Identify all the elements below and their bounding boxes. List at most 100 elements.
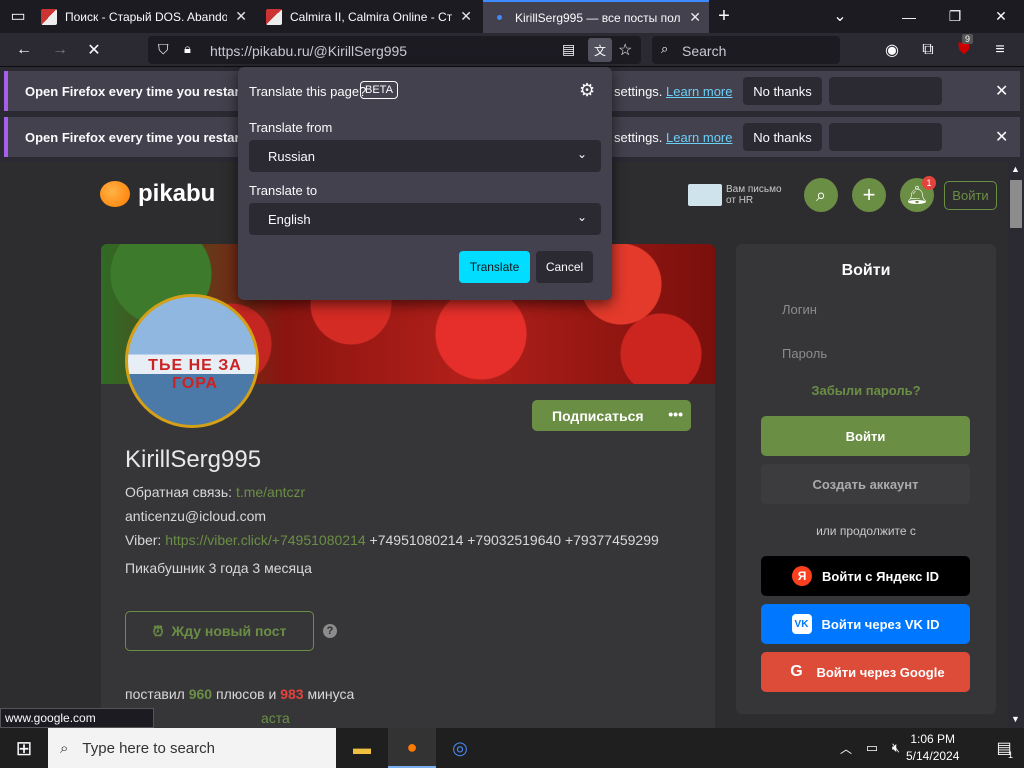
login-input[interactable]: Логин bbox=[782, 302, 817, 317]
account-icon[interactable]: ◉ bbox=[878, 36, 906, 64]
close-window-icon[interactable]: ✕ bbox=[978, 0, 1024, 33]
wait-new-post-button[interactable]: ⏰︎ Жду новый пост bbox=[125, 611, 314, 651]
clock[interactable]: 1:06 PM 5/14/2024 bbox=[906, 731, 959, 765]
page-scrollbar[interactable]: ▲ ▼ bbox=[1008, 162, 1024, 728]
tab-overview-icon[interactable]: ▭ bbox=[4, 2, 32, 30]
bar-action-button[interactable] bbox=[829, 77, 942, 105]
bar-message-tail: settings. bbox=[614, 83, 663, 99]
password-input[interactable]: Пароль bbox=[782, 346, 827, 361]
search-icon[interactable]: ⌕ bbox=[804, 178, 838, 212]
no-thanks-button[interactable]: No thanks bbox=[743, 77, 822, 105]
volume-muted-icon[interactable]: 🔇︎ bbox=[884, 728, 908, 768]
forward-icon[interactable]: → bbox=[46, 36, 74, 64]
cancel-button[interactable]: Cancel bbox=[536, 251, 593, 283]
new-tab-icon[interactable]: + bbox=[710, 2, 738, 30]
url-bar[interactable]: ⛉ 🔒︎ https://pikabu.ru/@KirillSerg995 ▤ … bbox=[148, 36, 641, 64]
feedback-link[interactable]: t.me/antczr bbox=[236, 484, 305, 500]
close-tab-icon[interactable]: ✕ bbox=[689, 9, 701, 26]
yandex-login-button[interactable]: Я Войти с Яндекс ID bbox=[761, 556, 970, 596]
reader-view-icon[interactable]: ▤ bbox=[562, 41, 575, 58]
viber-line: Viber: https://viber.click/+74951080214 … bbox=[125, 532, 659, 548]
restore-icon[interactable]: ❐ bbox=[932, 0, 978, 33]
bookmark-star-icon[interactable]: ☆ bbox=[618, 40, 632, 60]
yandex-icon: Я bbox=[792, 566, 812, 586]
no-thanks-button[interactable]: No thanks bbox=[743, 123, 822, 151]
beta-badge: BETA bbox=[360, 81, 398, 99]
time: 1:06 PM bbox=[910, 732, 956, 746]
search-icon: ⌕ bbox=[661, 41, 669, 56]
stop-icon[interactable]: ✕ bbox=[80, 36, 108, 64]
list-tabs-icon[interactable]: ⌄ bbox=[826, 2, 854, 30]
create-account-button[interactable]: Создать аккаунт bbox=[761, 464, 970, 504]
pikabu-logo[interactable]: pikabu bbox=[100, 180, 215, 208]
close-bar-icon[interactable]: ✕ bbox=[995, 81, 1008, 101]
avatar[interactable]: ТЬЕ НЕ ЗА ГОРА bbox=[125, 294, 259, 428]
shield-icon[interactable]: ⛉ bbox=[158, 41, 169, 58]
learn-more-link[interactable]: Learn more bbox=[666, 84, 732, 99]
url-text[interactable]: https://pikabu.ru/@KirillSerg995 bbox=[210, 43, 407, 59]
back-icon[interactable]: ← bbox=[10, 36, 38, 64]
taskbar: ⊞ ⌕ Type here to search ▬ ● ◎ ︿ ▭ 🔇︎ 1:0… bbox=[0, 728, 1024, 768]
scrollbar-thumb[interactable] bbox=[1010, 180, 1022, 228]
chevron-up-icon[interactable]: ︿ bbox=[834, 728, 858, 768]
tab-2[interactable]: Calmira II, Calmira Online - Стар ✕ bbox=[258, 0, 480, 33]
scroll-up-icon[interactable]: ▲ bbox=[1011, 164, 1020, 174]
help-icon[interactable]: ? bbox=[323, 624, 337, 638]
header-login-button[interactable]: Войти bbox=[944, 181, 997, 210]
bell-icon[interactable]: 🔔︎ 1 bbox=[900, 176, 936, 212]
translate-icon[interactable]: 文 bbox=[588, 38, 612, 62]
lock-icon[interactable]: 🔒︎ bbox=[184, 41, 191, 57]
username: KirillSerg995 bbox=[125, 446, 262, 473]
bar-action-button[interactable] bbox=[829, 123, 942, 151]
translate-from-select[interactable]: Russian ⌄ bbox=[249, 140, 601, 172]
google-login-button[interactable]: G Войти через Google bbox=[761, 652, 970, 692]
menu-icon[interactable]: ≡ bbox=[986, 36, 1014, 64]
viber-link[interactable]: https://viber.click/+74951080214 bbox=[165, 532, 365, 548]
hr-text-1: Вам письмо bbox=[726, 184, 782, 195]
translate-to-value: English bbox=[268, 211, 311, 227]
viber-numbers: +74951080214 +79032519640 +79377459299 bbox=[369, 532, 659, 548]
extensions-icon[interactable]: ⧉ bbox=[914, 36, 942, 64]
login-submit-button[interactable]: Войти bbox=[761, 416, 970, 456]
taskbar-search-placeholder: Type here to search bbox=[82, 739, 215, 757]
gear-icon[interactable]: ⚙ bbox=[579, 80, 595, 101]
translate-popup: Translate this page? BETA ⚙ Translate fr… bbox=[238, 67, 612, 300]
site-favicon-icon bbox=[266, 8, 282, 25]
search-icon: ⌕ bbox=[60, 739, 69, 757]
add-post-icon[interactable]: + bbox=[852, 178, 886, 212]
tab-3[interactable]: KirillSerg995 — все посты польз ✕ bbox=[483, 0, 709, 33]
taskbar-search[interactable]: ⌕ Type here to search bbox=[48, 728, 336, 768]
forgot-password-link[interactable]: Забыли пароль? bbox=[736, 383, 996, 398]
learn-more-link[interactable]: Learn more bbox=[666, 130, 732, 145]
network-icon[interactable]: ▭ bbox=[860, 728, 884, 768]
close-tab-icon[interactable]: ✕ bbox=[235, 8, 247, 25]
email: anticenzu@icloud.com bbox=[125, 508, 267, 524]
or-continue-text: или продолжите с bbox=[816, 524, 916, 538]
bar-message: Open Firefox every time you restart yo bbox=[25, 129, 263, 145]
tab-title: Поиск - Старый DOS. Abandon bbox=[65, 9, 228, 24]
hr-letter-ad[interactable]: Вам письмо от HR bbox=[688, 184, 782, 206]
scroll-down-icon[interactable]: ▼ bbox=[1011, 714, 1020, 724]
firefox-icon[interactable]: ● bbox=[388, 728, 436, 768]
subscribe-button[interactable]: Подписаться ••• bbox=[532, 400, 691, 431]
hr-text-2: от HR bbox=[726, 195, 754, 206]
alarm-clock-icon: ⏰︎ bbox=[152, 622, 164, 639]
translate-to-select[interactable]: English ⌄ bbox=[249, 203, 601, 235]
windows-start-icon[interactable]: ⊞ bbox=[0, 728, 48, 768]
vk-login-button[interactable]: VK Войти через VK ID bbox=[761, 604, 970, 644]
ublock-icon[interactable]: ⛊ 9 bbox=[950, 34, 978, 64]
close-tab-icon[interactable]: ✕ bbox=[460, 8, 472, 25]
loading-icon bbox=[491, 10, 507, 26]
minus-count: 983 bbox=[280, 686, 304, 702]
file-explorer-icon[interactable]: ▬ bbox=[338, 728, 386, 768]
search-box[interactable]: ⌕ Search bbox=[652, 36, 840, 64]
tab-1[interactable]: Поиск - Старый DOS. Abandon ✕ bbox=[33, 0, 255, 33]
translate-button[interactable]: Translate bbox=[459, 251, 530, 283]
yandex-label: Войти с Яндекс ID bbox=[822, 568, 939, 584]
close-bar-icon[interactable]: ✕ bbox=[995, 127, 1008, 147]
minimize-icon[interactable]: — bbox=[886, 0, 932, 33]
date: 5/14/2024 bbox=[906, 749, 960, 763]
chrome-icon[interactable]: ◎ bbox=[436, 728, 484, 768]
action-center-icon[interactable]: ▤ 1 bbox=[980, 728, 1024, 768]
more-options-icon[interactable]: ••• bbox=[668, 406, 683, 422]
